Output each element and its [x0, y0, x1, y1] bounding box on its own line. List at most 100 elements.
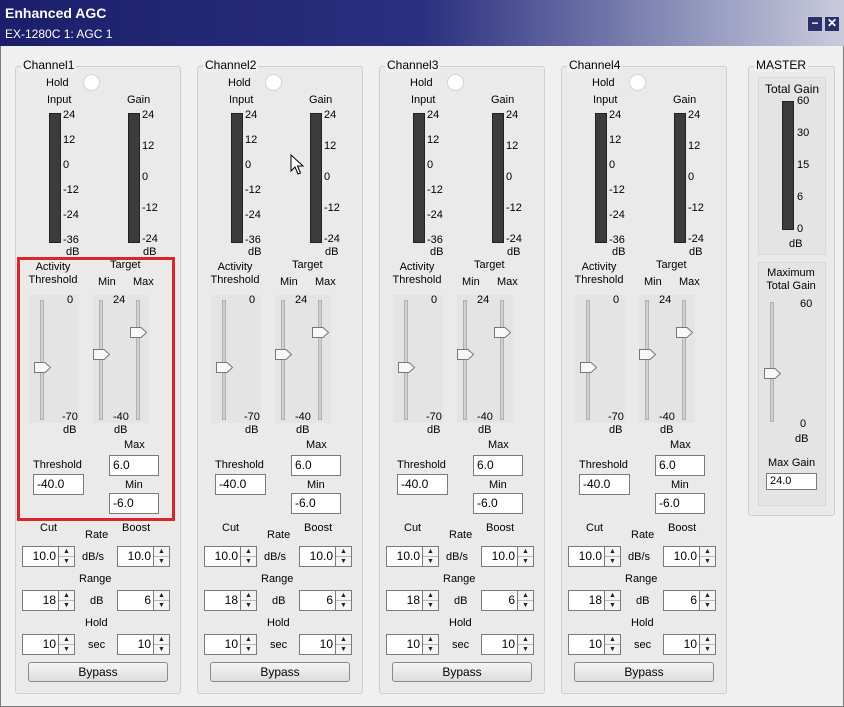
spin-up-arrow-icon[interactable]: ▲: [241, 547, 256, 557]
hold-spinner-arrows[interactable]: ▲ ▼: [605, 634, 621, 655]
spin-up-arrow-icon[interactable]: ▲: [518, 591, 533, 601]
hold-spinner-2[interactable]: 10 ▲ ▼: [481, 634, 534, 655]
hold-spinner[interactable]: 10 ▲ ▼: [22, 634, 75, 655]
spin-up-arrow-icon[interactable]: ▲: [518, 635, 533, 645]
activity-threshold-slider-track[interactable]: [222, 300, 226, 420]
spin-down-arrow-icon[interactable]: ▼: [518, 601, 533, 611]
range-spinner-2[interactable]: 6 ▲ ▼: [663, 590, 716, 611]
activity-threshold-slider-thumb[interactable]: [398, 362, 415, 373]
max-total-gain-slider-track[interactable]: [770, 302, 774, 422]
spin-up-arrow-icon[interactable]: ▲: [59, 547, 74, 557]
range-spinner-value[interactable]: 18: [568, 590, 605, 611]
spin-up-arrow-icon[interactable]: ▲: [336, 591, 351, 601]
target-max-slider-track[interactable]: [500, 300, 504, 420]
spin-down-arrow-icon[interactable]: ▼: [241, 645, 256, 655]
hold-spinner-2-value[interactable]: 10: [481, 634, 518, 655]
hold-spinner-2[interactable]: 10 ▲ ▼: [663, 634, 716, 655]
max-target-field[interactable]: 6.0: [655, 455, 705, 476]
range-spinner[interactable]: 18 ▲ ▼: [386, 590, 439, 611]
boost-spinner[interactable]: 10.0 ▲ ▼: [481, 546, 534, 567]
hold-spinner-arrows[interactable]: ▲ ▼: [241, 634, 257, 655]
range-spinner-arrows[interactable]: ▲ ▼: [59, 590, 75, 611]
cut-spinner[interactable]: 10.0 ▲ ▼: [204, 546, 257, 567]
spin-down-arrow-icon[interactable]: ▼: [154, 601, 169, 611]
target-min-slider-track[interactable]: [281, 300, 285, 420]
hold-spinner-2-arrows[interactable]: ▲ ▼: [154, 634, 170, 655]
spin-down-arrow-icon[interactable]: ▼: [241, 557, 256, 567]
range-spinner-value[interactable]: 18: [204, 590, 241, 611]
boost-spinner-arrows[interactable]: ▲ ▼: [518, 546, 534, 567]
cut-spinner-value[interactable]: 10.0: [22, 546, 59, 567]
boost-spinner-value[interactable]: 10.0: [117, 546, 154, 567]
range-spinner[interactable]: 18 ▲ ▼: [568, 590, 621, 611]
activity-threshold-slider-track[interactable]: [586, 300, 590, 420]
hold-spinner-2[interactable]: 10 ▲ ▼: [299, 634, 352, 655]
range-spinner-value[interactable]: 18: [386, 590, 423, 611]
boost-spinner[interactable]: 10.0 ▲ ▼: [299, 546, 352, 567]
spin-up-arrow-icon[interactable]: ▲: [154, 635, 169, 645]
spin-up-arrow-icon[interactable]: ▲: [700, 591, 715, 601]
spin-up-arrow-icon[interactable]: ▲: [605, 547, 620, 557]
spin-down-arrow-icon[interactable]: ▼: [241, 601, 256, 611]
spin-up-arrow-icon[interactable]: ▲: [336, 547, 351, 557]
range-spinner-arrows[interactable]: ▲ ▼: [241, 590, 257, 611]
max-target-field[interactable]: 6.0: [291, 455, 341, 476]
hold-spinner-arrows[interactable]: ▲ ▼: [59, 634, 75, 655]
activity-threshold-slider-track[interactable]: [404, 300, 408, 420]
cut-spinner-arrows[interactable]: ▲ ▼: [423, 546, 439, 567]
spin-up-arrow-icon[interactable]: ▲: [518, 547, 533, 557]
target-max-slider-thumb[interactable]: [312, 327, 329, 338]
spin-up-arrow-icon[interactable]: ▲: [59, 635, 74, 645]
target-max-slider-track[interactable]: [682, 300, 686, 420]
range-spinner-2-arrows[interactable]: ▲ ▼: [154, 590, 170, 611]
spin-up-arrow-icon[interactable]: ▲: [605, 635, 620, 645]
threshold-field[interactable]: -40.0: [215, 474, 266, 495]
hold-spinner-2-arrows[interactable]: ▲ ▼: [518, 634, 534, 655]
range-spinner-2[interactable]: 6 ▲ ▼: [481, 590, 534, 611]
hold-spinner-value[interactable]: 10: [204, 634, 241, 655]
spin-up-arrow-icon[interactable]: ▲: [241, 635, 256, 645]
target-max-slider-thumb[interactable]: [494, 327, 511, 338]
target-min-slider-track[interactable]: [463, 300, 467, 420]
max-gain-field[interactable]: 24.0: [766, 473, 817, 490]
min-target-field[interactable]: -6.0: [655, 493, 705, 514]
target-max-slider-track[interactable]: [318, 300, 322, 420]
cut-spinner-value[interactable]: 10.0: [568, 546, 605, 567]
spin-down-arrow-icon[interactable]: ▼: [154, 557, 169, 567]
boost-spinner-value[interactable]: 10.0: [299, 546, 336, 567]
hold-spinner-value[interactable]: 10: [386, 634, 423, 655]
hold-spinner-value[interactable]: 10: [22, 634, 59, 655]
hold-spinner-2-arrows[interactable]: ▲ ▼: [700, 634, 716, 655]
range-spinner-2[interactable]: 6 ▲ ▼: [299, 590, 352, 611]
cut-spinner-arrows[interactable]: ▲ ▼: [241, 546, 257, 567]
boost-spinner-arrows[interactable]: ▲ ▼: [336, 546, 352, 567]
boost-spinner-value[interactable]: 10.0: [481, 546, 518, 567]
range-spinner-value[interactable]: 18: [22, 590, 59, 611]
spin-down-arrow-icon[interactable]: ▼: [336, 601, 351, 611]
spin-up-arrow-icon[interactable]: ▲: [336, 635, 351, 645]
hold-spinner-arrows[interactable]: ▲ ▼: [423, 634, 439, 655]
spin-down-arrow-icon[interactable]: ▼: [154, 645, 169, 655]
spin-down-arrow-icon[interactable]: ▼: [336, 645, 351, 655]
target-min-slider-thumb[interactable]: [275, 349, 292, 360]
boost-spinner-arrows[interactable]: ▲ ▼: [154, 546, 170, 567]
spin-down-arrow-icon[interactable]: ▼: [423, 557, 438, 567]
threshold-field[interactable]: -40.0: [579, 474, 630, 495]
spin-down-arrow-icon[interactable]: ▼: [700, 645, 715, 655]
spin-up-arrow-icon[interactable]: ▲: [700, 547, 715, 557]
range-spinner-2-arrows[interactable]: ▲ ▼: [700, 590, 716, 611]
cut-spinner[interactable]: 10.0 ▲ ▼: [386, 546, 439, 567]
bypass-button[interactable]: Bypass: [28, 662, 168, 682]
spin-down-arrow-icon[interactable]: ▼: [518, 645, 533, 655]
bypass-button[interactable]: Bypass: [574, 662, 714, 682]
spin-up-arrow-icon[interactable]: ▲: [154, 547, 169, 557]
spin-up-arrow-icon[interactable]: ▲: [154, 591, 169, 601]
range-spinner-2-value[interactable]: 6: [117, 590, 154, 611]
close-icon[interactable]: ✕: [824, 16, 840, 32]
range-spinner-2-value[interactable]: 6: [481, 590, 518, 611]
range-spinner-2-arrows[interactable]: ▲ ▼: [518, 590, 534, 611]
spin-down-arrow-icon[interactable]: ▼: [518, 557, 533, 567]
boost-spinner-arrows[interactable]: ▲ ▼: [700, 546, 716, 567]
spin-up-arrow-icon[interactable]: ▲: [241, 591, 256, 601]
cut-spinner-value[interactable]: 10.0: [386, 546, 423, 567]
